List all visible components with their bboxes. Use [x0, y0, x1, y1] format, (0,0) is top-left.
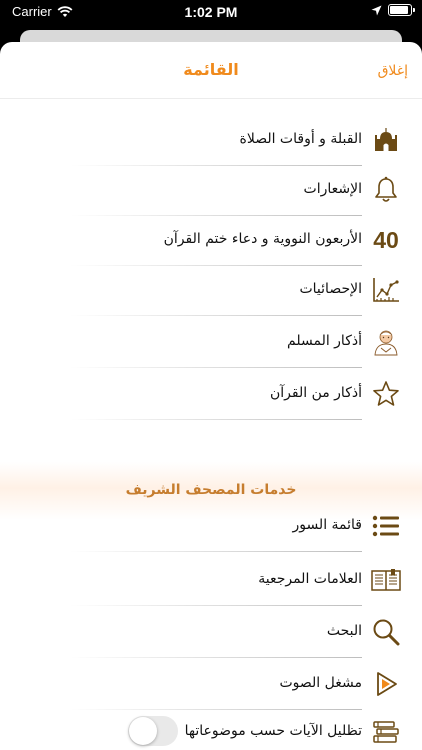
- status-time: 1:02 PM: [184, 4, 238, 20]
- status-right: [371, 4, 415, 16]
- menu-item-adhkar-quran[interactable]: أذكار من القرآن: [0, 370, 422, 420]
- mosque-icon: [370, 124, 402, 156]
- menu-item-label: تظليل الآيات حسب موضوعاتها: [184, 723, 362, 739]
- number-40-icon: 40: [370, 224, 402, 256]
- menu-sheet: القائمة إغلاق القبلة و أوقات الصلاة الإش…: [0, 42, 422, 750]
- status-bar: Carrier 1:02 PM: [0, 0, 422, 24]
- menu-item-label: أذكار المسلم: [287, 333, 362, 349]
- praying-person-icon: [370, 326, 402, 358]
- toggle-knob: [129, 717, 157, 745]
- location-arrow-icon: [371, 5, 382, 15]
- section-title: خدمات المصحف الشريف: [125, 482, 297, 498]
- row-divider: [70, 657, 362, 658]
- row-divider: [70, 367, 362, 368]
- star-icon: [370, 378, 402, 410]
- highlight-toggle[interactable]: [128, 716, 178, 746]
- menu-item-label: الأربعون النووية و دعاء ختم القرآن: [163, 231, 362, 247]
- menu-item-audio-player[interactable]: مشغل الصوت: [0, 660, 422, 710]
- play-icon: [370, 668, 402, 700]
- menu-item-surah-list[interactable]: قائمة السور: [0, 502, 422, 552]
- badge-40: 40: [373, 226, 399, 253]
- menu-item-label: قائمة السور: [292, 517, 362, 533]
- menu-item-highlight-verses: تظليل الآيات حسب موضوعاتها: [0, 708, 422, 750]
- menu-item-label: البحث: [326, 623, 362, 639]
- row-divider: [70, 419, 362, 420]
- row-divider: [70, 551, 362, 552]
- battery-icon: [388, 4, 415, 16]
- menu-item-forty-hadith[interactable]: 40 الأربعون النووية و دعاء ختم القرآن: [0, 216, 422, 266]
- menu-item-statistics[interactable]: الإحصائيات: [0, 266, 422, 316]
- row-divider: [70, 315, 362, 316]
- menu-item-label: القبلة و أوقات الصلاة: [239, 131, 363, 147]
- nav-bar: القائمة إغلاق: [0, 42, 422, 99]
- menu-item-label: العلامات المرجعية: [258, 571, 362, 587]
- menu-item-search[interactable]: البحث: [0, 608, 422, 658]
- search-icon: [370, 616, 402, 648]
- bell-icon: [370, 174, 402, 206]
- menu-item-notifications[interactable]: الإشعارات: [0, 166, 422, 216]
- menu-item-bookmarks[interactable]: العلامات المرجعية: [0, 556, 422, 606]
- menu-item-label: مشغل الصوت: [279, 675, 362, 691]
- menu-item-label: الإشعارات: [303, 181, 362, 197]
- menu-item-label: الإحصائيات: [299, 281, 362, 297]
- page-title: القائمة: [183, 60, 239, 79]
- row-divider: [70, 605, 362, 606]
- chart-icon: [370, 274, 402, 306]
- book-icon: [370, 564, 402, 596]
- books-stack-icon: [370, 716, 402, 748]
- menu-item-qibla[interactable]: القبلة و أوقات الصلاة: [0, 116, 422, 166]
- list-icon: [370, 510, 402, 542]
- menu-item-adhkar-muslim[interactable]: أذكار المسلم: [0, 318, 422, 368]
- close-button[interactable]: إغلاق: [378, 63, 408, 79]
- menu-item-label: أذكار من القرآن: [269, 385, 362, 401]
